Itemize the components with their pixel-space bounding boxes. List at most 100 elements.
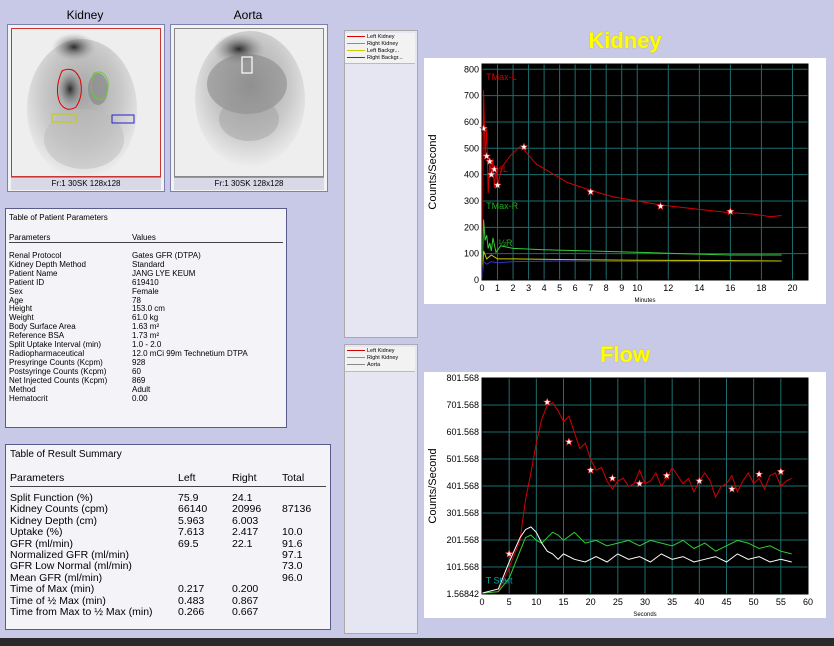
legend-swatch (347, 43, 365, 45)
chart-annotation: ½R (499, 238, 514, 248)
aorta-image-caption: Fr:1 30SK 128x128 (174, 177, 324, 190)
flow-chart-title: Flow (599, 342, 651, 367)
legend-swatch (347, 350, 365, 352)
x-tick-label: 20 (787, 283, 797, 293)
x-tick-label: 6 (573, 283, 578, 293)
result-table-title: Table of Result Summary (10, 449, 122, 460)
patient-table-col-parameters: Parameters (9, 233, 51, 242)
flow-legend-box: Left Kidney Right Kidney Aorta (345, 347, 415, 372)
x-tick-label: 25 (613, 597, 623, 607)
x-tick-label: 14 (694, 283, 704, 293)
x-tick-label: 10 (531, 597, 541, 607)
result-right-value: 0.200 (232, 583, 259, 596)
result-right-value: 22.1 (232, 537, 253, 550)
patient-table-row: Patient Name JANG LYE KEUM (9, 269, 248, 279)
y-tick-label: 701.568 (446, 400, 479, 410)
legend-swatch (347, 57, 365, 59)
patient-table-row: Patient ID 619410 (9, 278, 248, 288)
result-left-value: 7.613 (178, 526, 205, 539)
x-tick-label: 10 (632, 283, 642, 293)
patient-param-value: Female (132, 286, 159, 296)
x-tick-label: 4 (542, 283, 547, 293)
x-tick-label: 45 (721, 597, 731, 607)
result-table-row: Time of Max (min) 0.217 0.200 (10, 583, 322, 596)
legend-label: Right Kidney (367, 41, 399, 47)
legend-item[interactable]: Right Kidney (347, 355, 398, 362)
patient-table-header-rule (9, 242, 283, 243)
result-left-value (178, 550, 232, 561)
flow-chart-svg: 0 5 10 15 20 25 30 35 40 45 50 55 60 1.56842 101.568 20… (424, 372, 826, 618)
legend-item[interactable]: Left Kidney (347, 34, 395, 41)
x-tick-label: 40 (694, 597, 704, 607)
y-tick-label: 601.568 (446, 427, 479, 437)
y-tick-label: 1.56842 (446, 589, 479, 599)
kidney-legend[interactable]: Left Kidney Right Kidney Left Backgr... Rig… (344, 30, 418, 338)
result-total-value: 10.0 (282, 526, 303, 539)
y-tick-label: 500 (464, 143, 479, 153)
result-param-label: Time of Max (min) (10, 583, 95, 596)
chart-annotation: T Start (486, 576, 513, 586)
result-left-value (178, 561, 232, 572)
flow-chart[interactable]: 0 5 10 15 20 25 30 35 40 45 50 55 60 1.56842 101.568 20… (424, 372, 826, 618)
x-tick-label: 60 (803, 597, 813, 607)
legend-label: Left Kidney (367, 34, 395, 40)
y-tick-label: 800 (464, 64, 479, 74)
legend-item[interactable]: Left Kidney (347, 348, 395, 355)
legend-swatch (347, 36, 365, 38)
result-header-parameters: Parameters (10, 472, 65, 484)
image-title-aorta: Aorta (233, 8, 263, 22)
y-tick-label: 501.568 (446, 454, 479, 464)
patient-parameters-panel: Table of Patient Parameters Parameters V… (5, 208, 287, 428)
x-tick-label: 20 (586, 597, 596, 607)
x-tick-label: 0 (479, 597, 484, 607)
x-tick-label: 18 (756, 283, 766, 293)
kidney-chart-title: Kidney (588, 28, 662, 53)
legend-item[interactable]: Aorta (347, 362, 380, 369)
y-tick-label: 100 (464, 249, 479, 259)
x-tick-label: 2 (511, 283, 516, 293)
patient-table-row: Age 78 (9, 296, 248, 306)
result-total-value (282, 607, 322, 618)
x-tick-label: 16 (725, 283, 735, 293)
legend-label: Right Kidney (367, 355, 399, 361)
legend-item[interactable]: Left Backgr... (347, 48, 399, 55)
x-tick-label: 55 (776, 597, 786, 607)
y-tick-label: 801.568 (446, 373, 479, 383)
x-tick-label: 12 (663, 283, 673, 293)
legend-label: Left Kidney (367, 348, 395, 354)
legend-swatch (347, 357, 365, 359)
patient-param-value: Adult (132, 384, 151, 394)
result-header-total: Total (282, 472, 305, 484)
x-tick-label: 7 (588, 283, 593, 293)
x-axis-label: Minutes (634, 298, 655, 304)
flow-legend[interactable]: Left Kidney Right Kidney Aorta (344, 344, 418, 634)
result-total-value (282, 596, 322, 607)
patient-table-row: Net Injected Counts (Kcpm) 869 (9, 376, 248, 386)
patient-table-row: Sex Female (9, 286, 248, 297)
y-tick-label: 401.568 (446, 481, 479, 491)
patient-param-value: 928 (132, 357, 146, 367)
x-tick-label: 35 (667, 597, 677, 607)
aorta-image-viewport[interactable]: Fr:1 30SK 128x128 (170, 24, 328, 192)
x-tick-label: 30 (640, 597, 650, 607)
kidney-chart[interactable]: 0 1 2 3 4 5 6 7 8 9 10 12 14 16 18 20 0 100 200 300 400 500 60… (424, 58, 826, 304)
aorta-scan-image (174, 28, 324, 177)
y-tick-label: 600 (464, 117, 479, 127)
kidney-image-viewport[interactable]: Fr:1 30SK 128x128 (7, 24, 165, 192)
y-tick-label: 300 (464, 196, 479, 206)
aorta-scan-graphic (175, 29, 323, 176)
legend-label: Right Backgr... (367, 55, 403, 61)
kidney-legend-box: Left Kidney Right Kidney Left Backgr... Rig… (345, 33, 415, 64)
x-tick-label: 50 (749, 597, 759, 607)
result-param-label: Uptake (%) (10, 526, 63, 539)
result-total-value: 96.0 (282, 571, 303, 584)
result-table-row: Uptake (%) 7.613 2.417 10.0 (10, 526, 322, 539)
patient-param-value: 60 (132, 366, 141, 376)
result-right-value (232, 561, 282, 572)
y-tick-label: 400 (464, 170, 479, 180)
legend-item[interactable]: Right Kidney (347, 41, 398, 48)
result-left-value: 0.217 (178, 583, 205, 596)
legend-swatch (347, 364, 365, 366)
patient-param-value: 12.0 mCi 99m Technetium DTPA (132, 348, 248, 358)
legend-item[interactable]: Right Backgr... (347, 55, 403, 62)
